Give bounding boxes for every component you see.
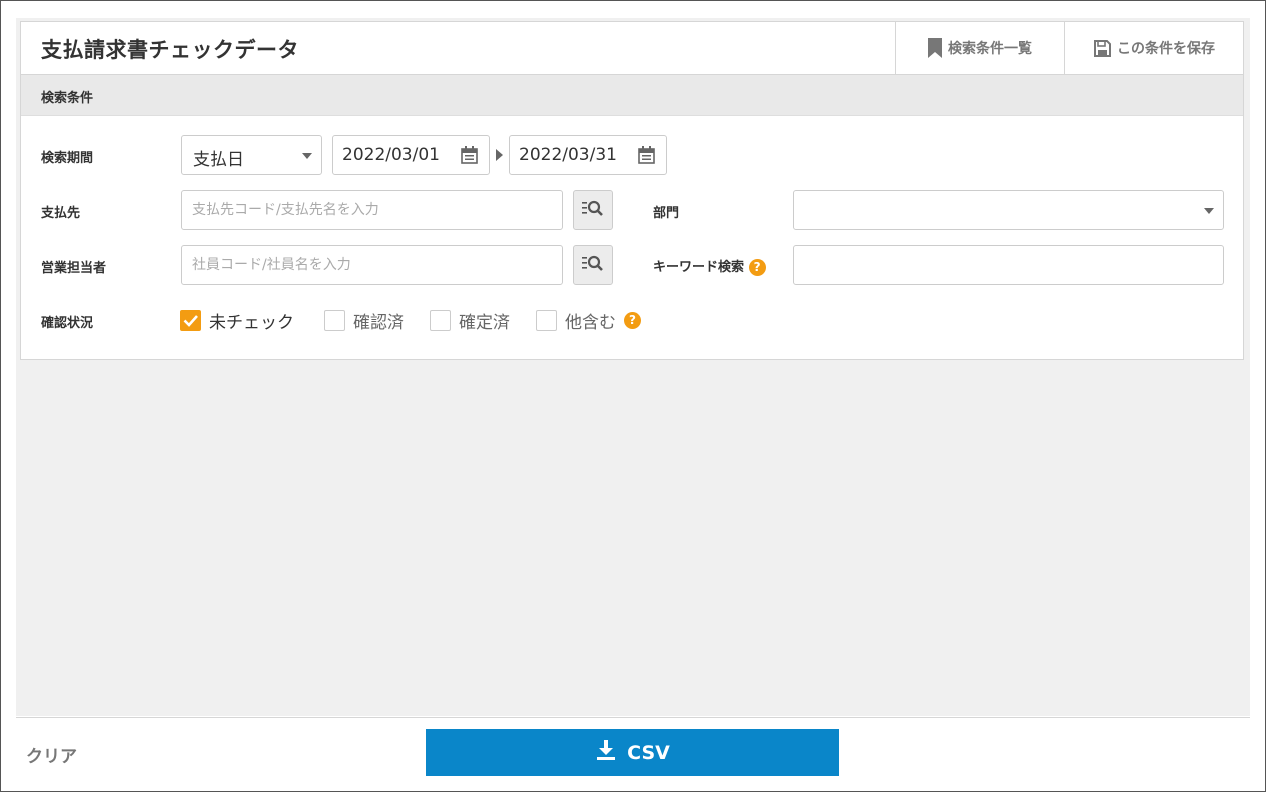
status-unchecked-checkbox[interactable]: 未チェック (180, 308, 294, 333)
checkbox-label: 未チェック (209, 312, 294, 333)
date-type-value: 支払日 (193, 150, 244, 170)
keyword-label: キーワード検索 (653, 260, 745, 275)
help-icon[interactable]: ? (748, 259, 766, 276)
date-from-field[interactable]: 2022/03/01 (332, 135, 490, 175)
csv-download-button[interactable]: CSV (426, 729, 839, 776)
date-type-select[interactable]: 支払日 (181, 135, 322, 175)
clear-button[interactable]: クリア (26, 742, 77, 767)
search-section-bar: 検索条件 (21, 75, 1243, 116)
page-title: 支払請求書チェックデータ (41, 38, 299, 62)
calendar-icon[interactable] (638, 146, 655, 168)
section-title: 検索条件 (41, 91, 94, 106)
save-condition-label: この条件を保存 (1117, 41, 1215, 57)
download-icon (595, 739, 617, 766)
check-icon (183, 314, 198, 327)
bookmark-icon (928, 38, 942, 58)
status-other-checkbox[interactable]: 他含む ? (536, 308, 641, 333)
period-label: 検索期間 (41, 151, 94, 166)
checkbox-box[interactable] (180, 309, 201, 331)
checkbox-box[interactable] (536, 309, 557, 331)
list-search-icon (582, 200, 604, 220)
status-label: 確認状況 (41, 316, 94, 331)
panel-header: 支払請求書チェックデータ 検索条件一覧 この条件を保存 (21, 22, 1243, 75)
range-arrow-icon (496, 149, 503, 161)
status-confirmed-checkbox[interactable]: 確認済 (324, 308, 404, 333)
help-icon[interactable]: ? (624, 311, 641, 329)
save-condition-button[interactable]: この条件を保存 (1064, 22, 1244, 74)
department-select[interactable] (793, 190, 1224, 230)
checkbox-box[interactable] (430, 309, 451, 331)
checkbox-label: 確認済 (353, 312, 404, 333)
checkbox-box[interactable] (324, 309, 345, 331)
payee-input[interactable] (181, 190, 563, 230)
saved-searches-button[interactable]: 検索条件一覧 (895, 22, 1064, 74)
saved-searches-label: 検索条件一覧 (948, 41, 1032, 57)
checkbox-label: 確定済 (459, 312, 510, 333)
department-label: 部門 (653, 206, 680, 221)
sales-rep-input[interactable] (181, 245, 563, 285)
keyword-input[interactable] (793, 245, 1224, 285)
payee-lookup-button[interactable] (573, 190, 613, 230)
footer-bar: クリア CSV (16, 717, 1250, 791)
checkbox-label: 他含む (565, 312, 616, 333)
status-finalized-checkbox[interactable]: 確定済 (430, 308, 510, 333)
date-to-field[interactable]: 2022/03/31 (509, 135, 667, 175)
calendar-icon[interactable] (461, 146, 478, 168)
csv-label: CSV (627, 741, 670, 764)
keyword-label-group: キーワード検索 ? (653, 256, 766, 276)
date-to-value: 2022/03/31 (519, 145, 617, 165)
date-from-value: 2022/03/01 (342, 145, 440, 165)
chevron-down-icon (1204, 208, 1214, 214)
sales-rep-lookup-button[interactable] (573, 245, 613, 285)
list-search-icon (582, 255, 604, 275)
save-icon (1094, 39, 1111, 57)
sales-rep-label: 営業担当者 (41, 261, 107, 276)
chevron-down-icon (302, 153, 312, 159)
payee-label: 支払先 (41, 206, 81, 221)
